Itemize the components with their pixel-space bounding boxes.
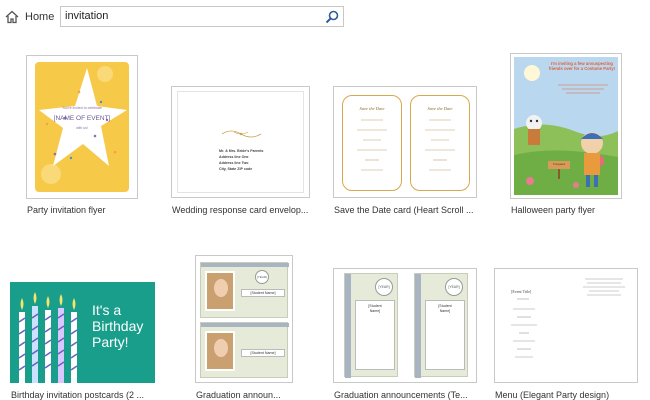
card-text-lines-icon: [357, 119, 387, 171]
envelope: Mr. & Mrs. Bride's Parents Address line …: [177, 91, 304, 193]
search-icon[interactable]: [324, 9, 340, 25]
student-name-line: Name]: [439, 309, 451, 313]
birthday-line: Birthday: [92, 318, 144, 334]
template-thumbnail[interactable]: [Event Title]: [494, 268, 638, 383]
student-name: [Student Name]: [356, 304, 394, 314]
student-photo: [205, 331, 235, 371]
template-thumbnail[interactable]: I'm inviting a few unsuspecting friends …: [510, 53, 622, 199]
template-title: Birthday invitation postcards (2 ...: [11, 390, 145, 400]
student-name-line: Name]: [369, 309, 381, 313]
year-seal: [YEAR]: [445, 278, 463, 296]
template-thumbnail[interactable]: You're invited to celebrate [NAME OF EVE…: [26, 55, 138, 199]
template-thumbnail[interactable]: It's a Birthday Party!: [10, 282, 155, 383]
search-input[interactable]: invitation: [65, 10, 108, 22]
template-title: Menu (Elegant Party design): [495, 390, 610, 400]
birthday-text: It's a Birthday Party!: [92, 302, 143, 350]
photo-face: [214, 279, 228, 297]
template-thumbnail[interactable]: Save the Date Save the Date: [333, 86, 477, 198]
announcement-card: [YEAR] [Student Name]: [200, 262, 289, 318]
scroll-ornament-icon: [221, 130, 262, 138]
halloween-sign: Trespass: [552, 162, 566, 166]
halloween-scene: I'm inviting a few unsuspecting friends …: [514, 57, 618, 195]
template-title: Halloween party flyer: [511, 205, 596, 215]
student-name: [Student Name]: [241, 349, 285, 357]
card-band: [415, 274, 421, 378]
year-seal: [YEAR]: [255, 270, 269, 284]
menu-text-lines-icon: [511, 278, 625, 358]
halloween-illustration-icon: [514, 65, 618, 195]
save-the-date-card: Save the Date: [410, 95, 470, 191]
template-title: Party invitation flyer: [27, 205, 106, 215]
template-thumbnail[interactable]: [YEAR] [Student Name] [YEAR] [Student Na…: [333, 268, 477, 383]
card-band: [201, 323, 289, 327]
home-label: Home: [25, 11, 55, 23]
flyer-intro: You're invited to celebrate: [61, 106, 103, 110]
flyer-outro: with us!: [76, 126, 88, 130]
announcement-card: [YEAR] [Student Name]: [344, 273, 398, 378]
envelope-address: Mr. & Mrs. Bride's Parents Address line …: [219, 148, 263, 172]
announcement-card: [Student Name]: [200, 322, 289, 378]
student-photo: [205, 271, 235, 311]
address-line: City, State ZIP code: [219, 167, 253, 171]
student-name: [Student Name]: [241, 289, 285, 297]
template-thumbnail[interactable]: [YEAR] [Student Name] [Student Name]: [195, 255, 293, 383]
template-title: Wedding response card envelop...: [172, 205, 309, 215]
card-band: [345, 274, 351, 378]
halloween-heading: I'm inviting a few unsuspecting friends …: [548, 61, 616, 71]
card-band: [201, 263, 289, 267]
card-heading: Save the Date: [359, 106, 385, 111]
birthday-line: It's a: [92, 302, 122, 318]
card-panel: [Student Name]: [355, 300, 395, 370]
flyer-background: You're invited to celebrate [NAME OF EVE…: [35, 62, 129, 192]
announcement-card: [YEAR] [Student Name]: [414, 273, 468, 378]
card-panel: [Student Name]: [425, 300, 465, 370]
template-title: Save the Date card (Heart Scroll ...: [334, 205, 474, 215]
search-box[interactable]: invitation: [60, 6, 344, 27]
photo-face: [214, 339, 228, 357]
flyer-event-name: [NAME OF EVENT]: [53, 115, 111, 122]
home-button[interactable]: Home: [5, 8, 54, 26]
halloween-details-icon: [558, 84, 608, 94]
student-name: [Student Name]: [426, 304, 464, 314]
candles-icon: [18, 292, 78, 383]
birthday-line: Party!: [92, 334, 129, 350]
year-seal: [YEAR]: [375, 278, 393, 296]
card-text-lines-icon: [425, 119, 455, 171]
card-heading: Save the Date: [427, 106, 453, 111]
template-title: Graduation announcements (Te...: [334, 390, 468, 400]
template-thumbnail[interactable]: Mr. & Mrs. Bride's Parents Address line …: [171, 86, 310, 198]
home-icon: [5, 10, 19, 24]
template-title: Graduation announ...: [196, 390, 281, 400]
save-the-date-card: Save the Date: [342, 95, 402, 191]
